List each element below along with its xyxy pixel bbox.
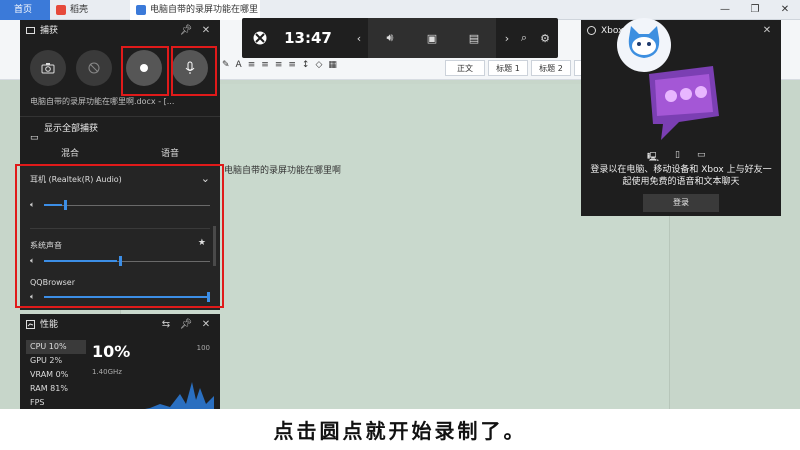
caption-bar: 点击圆点就开始录制了。 — [0, 409, 800, 450]
avatar — [617, 18, 671, 72]
cat-avatar-icon — [628, 26, 660, 58]
camera-icon — [41, 63, 55, 74]
capture-header: 捕获 📌︎ ✕ — [20, 20, 220, 42]
performance-header: 性能 ⇆ 📌︎ ✕ — [20, 314, 220, 336]
tab-docer[interactable]: 稻壳 — [50, 0, 130, 20]
capture-title: 捕获 — [40, 26, 59, 36]
border-icon[interactable]: ▦ — [328, 60, 343, 70]
metric-fps[interactable]: FPS — [26, 396, 86, 410]
maximize-icon[interactable]: ❐ — [740, 0, 770, 20]
metric-gpu[interactable]: GPU 2% — [26, 354, 86, 368]
xbox-logo-icon[interactable] — [248, 18, 272, 58]
xbox-social-panel: Xbox 社交 ✕ 🖳︎ ▯ ▭ 登录以在电脑、移动设备和 Xbox 上与好友一… — [581, 20, 781, 216]
screenshot-button[interactable] — [30, 50, 66, 86]
xbox-icon — [587, 26, 596, 35]
highlight-icon[interactable]: ✎ — [222, 60, 236, 70]
capture-close-icon[interactable]: ✕ — [196, 20, 216, 42]
capture-target-name: 电脑自带的录屏功能在哪里啊.docx - [... — [30, 97, 175, 106]
performance-icon — [26, 320, 35, 329]
cpu-value: 10% — [92, 342, 131, 361]
gamebar-top: 13:47 ‹ 🔊︎ ▣ ▤ › ⌕ ⚙ — [242, 18, 558, 58]
highlight-audio-panel — [15, 164, 224, 308]
metric-cpu[interactable]: CPU 10% — [26, 340, 86, 354]
tab-mix[interactable]: 混合 — [20, 142, 120, 166]
audio-tabs: 混合 语音 — [20, 142, 220, 166]
style-heading-1[interactable]: 标题 1 — [488, 60, 528, 76]
font-color-icon[interactable]: A — [236, 60, 248, 70]
xbox-close-icon[interactable]: ✕ — [757, 20, 777, 42]
highlight-record-button — [121, 46, 169, 96]
metric-ram[interactable]: RAM 81% — [26, 382, 86, 396]
align-left-icon[interactable]: ≡ — [248, 60, 262, 70]
justify-icon[interactable]: ≡ — [288, 60, 302, 70]
cpu-graph — [100, 382, 214, 410]
gamebar-clock: 13:47 — [284, 29, 332, 47]
settings-gear-icon[interactable]: ⚙ — [534, 18, 556, 58]
align-center-icon[interactable]: ≡ — [261, 60, 275, 70]
metric-list: CPU 10% GPU 2% VRAM 0% RAM 81% FPS — [26, 340, 86, 410]
document-text: 电脑自带的录屏功能在哪里啊 — [224, 166, 342, 176]
pin-icon[interactable]: 📌︎ — [176, 314, 196, 336]
word-doc-icon — [136, 5, 146, 15]
tab-home-label: 首页 — [14, 5, 33, 15]
capture-widget-icon[interactable]: ▣ — [411, 32, 453, 45]
mouse-lock-icon[interactable]: ⌕ — [514, 18, 534, 58]
graph-max: 100 — [196, 344, 210, 352]
close-icon[interactable]: ✕ — [770, 0, 800, 20]
caption-text: 点击圆点就开始录制了。 — [273, 419, 527, 443]
login-button[interactable]: 登录 — [643, 194, 719, 212]
show-all-captures-button[interactable]: ▭ 显示全部捕获 — [20, 116, 220, 143]
console-icon: ▭ — [697, 150, 706, 160]
line-spacing-icon[interactable]: ↕ — [302, 60, 316, 70]
chat-bubble-icon — [649, 66, 719, 140]
style-heading-2[interactable]: 标题 2 — [531, 60, 571, 76]
docer-icon — [56, 5, 66, 15]
fill-icon[interactable]: ◇ — [315, 60, 328, 70]
device-icons: 🖳︎ ▯ ▭ — [647, 150, 717, 163]
performance-close-icon[interactable]: ✕ — [196, 314, 216, 336]
window-controls: — ❐ ✕ — [710, 0, 800, 20]
metric-vram[interactable]: VRAM 0% — [26, 368, 86, 382]
performance-panel: 性能 ⇆ 📌︎ ✕ CPU 10% GPU 2% VRAM 0% RAM 81% F… — [20, 314, 220, 410]
widget-launcher: 🔊︎ ▣ ▤ — [368, 18, 496, 58]
minimize-icon[interactable]: — — [710, 0, 740, 20]
xbox-signin-message: 登录以在电脑、移动设备和 Xbox 上与好友一起使用免费的语音和文本聊天 — [590, 165, 772, 187]
record-last-icon — [88, 62, 100, 74]
format-toolbar: ✎A≡≡≡≡↕◇▦ — [222, 60, 343, 70]
tab-docer-label: 稻壳 — [70, 5, 89, 15]
tab-document[interactable]: 电脑自带的录屏功能在哪里啊 — [130, 0, 260, 35]
highlight-microphone-button — [171, 46, 217, 96]
options-icon[interactable]: ⇆ — [156, 314, 176, 336]
phone-icon: ▯ — [675, 150, 680, 160]
performance-title: 性能 — [40, 320, 59, 330]
performance-widget-icon[interactable]: ▤ — [453, 32, 495, 45]
style-normal[interactable]: 正文 — [445, 60, 485, 76]
align-right-icon[interactable]: ≡ — [275, 60, 289, 70]
xbox-social-header: Xbox 社交 ✕ — [581, 20, 781, 42]
tab-home[interactable]: 首页 — [0, 0, 50, 20]
chevron-left-icon[interactable]: ‹ — [350, 18, 368, 58]
audio-widget-icon[interactable]: 🔊︎ — [369, 31, 411, 45]
show-all-captures-label: 显示全部捕获 — [44, 124, 99, 134]
pin-icon[interactable]: 📌︎ — [176, 20, 196, 42]
tab-voice[interactable]: 语音 — [120, 142, 220, 166]
capture-icon — [26, 27, 35, 34]
record-last-button[interactable] — [76, 50, 112, 86]
wps-tabbar: 首页 稻壳 电脑自带的录屏功能在哪里啊 —❐✕ — [0, 0, 800, 35]
